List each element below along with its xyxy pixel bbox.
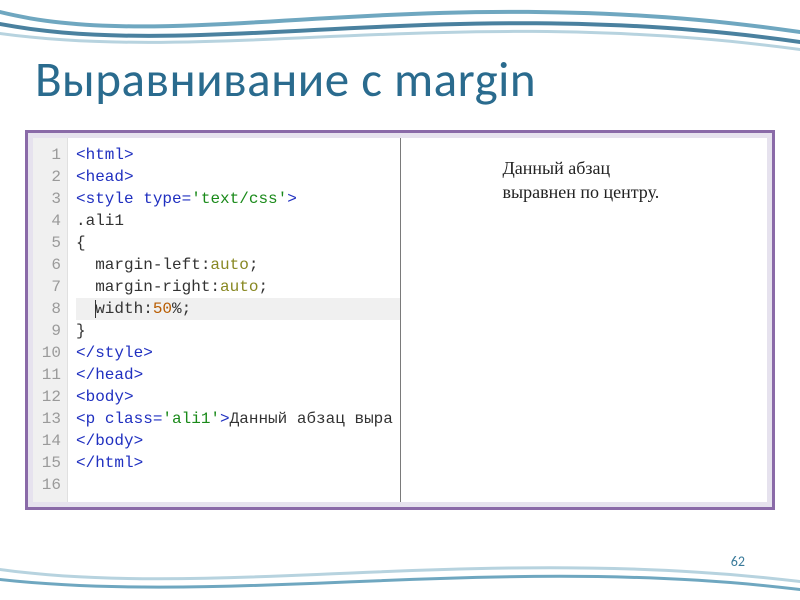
code-line: </body> [76, 430, 400, 452]
line-number: 6 [37, 254, 61, 276]
code-line: margin-right:auto; [76, 276, 400, 298]
code-line: width:50%; [76, 298, 400, 320]
line-number: 7 [37, 276, 61, 298]
page-number: 62 [731, 553, 745, 570]
line-number: 5 [37, 232, 61, 254]
code-line: } [76, 320, 400, 342]
code-line: .ali1 [76, 210, 400, 232]
code-line: <p class='ali1'>Данный абзац выра [76, 408, 400, 430]
preview-paragraph: Данный абзац выравнен по центру. [503, 156, 666, 205]
line-number: 13 [37, 408, 61, 430]
slide-title: Выравнивание с margin [35, 50, 536, 110]
code-line: </head> [76, 364, 400, 386]
render-preview: Данный абзац выравнен по центру. [400, 138, 767, 502]
code-editor: 12345678910111213141516 <html><head><sty… [33, 138, 400, 502]
code-line: </style> [76, 342, 400, 364]
decorative-swoosh-bottom [0, 550, 800, 600]
line-number: 8 [37, 298, 61, 320]
line-number: 14 [37, 430, 61, 452]
line-number: 3 [37, 188, 61, 210]
line-number: 9 [37, 320, 61, 342]
line-number: 12 [37, 386, 61, 408]
line-number: 1 [37, 144, 61, 166]
preview-line-1: Данный абзац [503, 158, 611, 178]
code-line [76, 474, 400, 496]
code-line: <style type='text/css'> [76, 188, 400, 210]
code-line: <body> [76, 386, 400, 408]
code-line: margin-left:auto; [76, 254, 400, 276]
line-number: 2 [37, 166, 61, 188]
code-line: </html> [76, 452, 400, 474]
line-number: 16 [37, 474, 61, 496]
code-area: <html><head><style type='text/css'>.ali1… [68, 138, 400, 502]
line-number: 10 [37, 342, 61, 364]
line-number: 11 [37, 364, 61, 386]
code-line: <head> [76, 166, 400, 188]
line-number: 4 [37, 210, 61, 232]
panel-inner: 12345678910111213141516 <html><head><sty… [28, 133, 772, 507]
preview-line-2: выравнен по центру. [503, 182, 660, 202]
line-number: 15 [37, 452, 61, 474]
code-line: <html> [76, 144, 400, 166]
line-number-gutter: 12345678910111213141516 [33, 138, 68, 502]
code-line: { [76, 232, 400, 254]
content-panel: 12345678910111213141516 <html><head><sty… [25, 130, 775, 510]
